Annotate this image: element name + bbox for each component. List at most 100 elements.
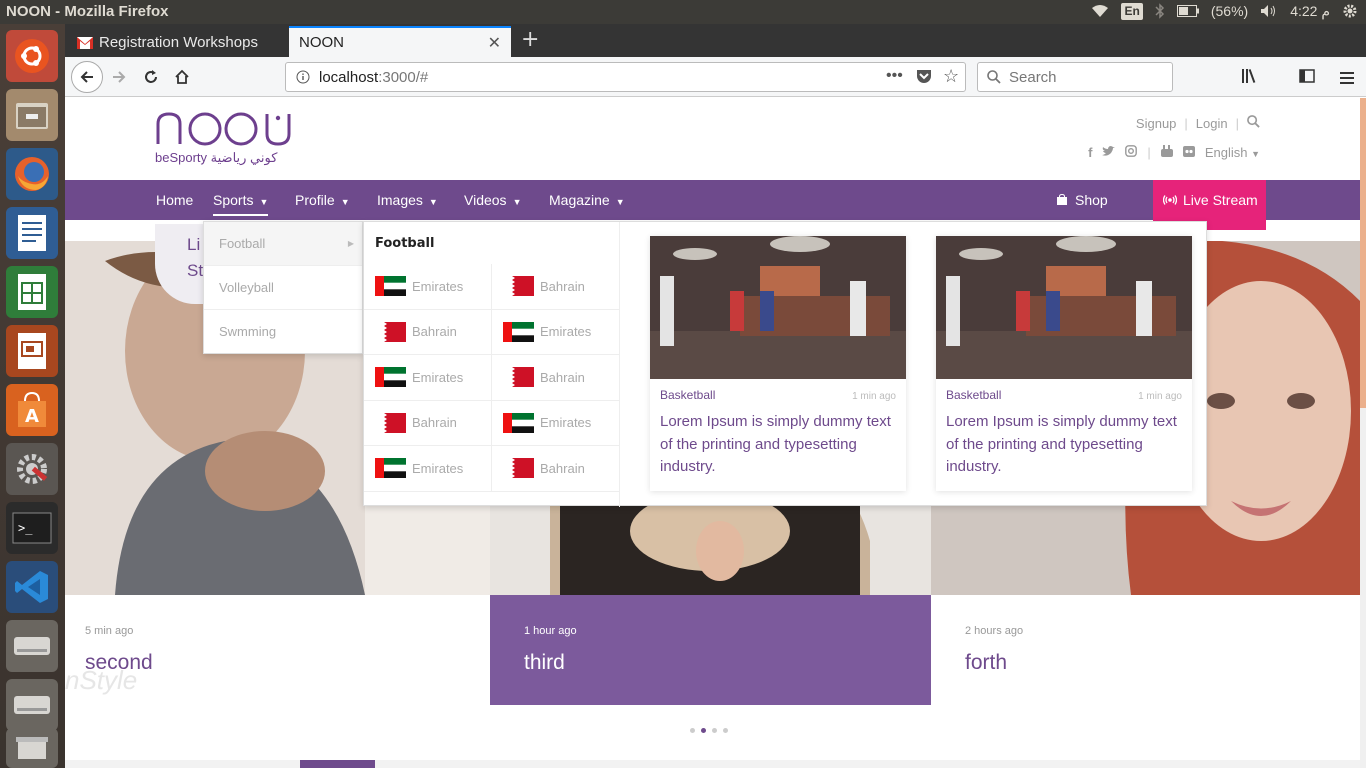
pocket-icon[interactable] [916,69,932,88]
nav-home[interactable]: Home [156,180,193,220]
news-category[interactable]: Basketball [946,388,1001,402]
youtube-icon[interactable] [1160,145,1173,160]
mega-menu-panel: Football Emirates Bahrain Bahrain Emirates E… [363,221,1207,507]
flickr-icon[interactable] [1182,145,1195,160]
unity-launcher: A >_ [0,24,65,768]
login-link[interactable]: Login [1196,116,1228,131]
emirates-flag-icon [503,321,534,342]
tab-registration-workshops[interactable]: Registration Workshops [71,28,289,57]
nav-magazine[interactable]: Magazine ▼ [549,180,625,220]
nav-videos[interactable]: Videos ▼ [464,180,521,220]
country-link-bahrain[interactable]: Bahrain [492,264,620,309]
country-link-emirates[interactable]: Emirates [364,355,492,400]
country-link-emirates[interactable]: Emirates [364,264,492,309]
os-top-bar: NOON - Mozilla Firefox En (56%) 4:22 م [0,0,1366,24]
system-settings-icon[interactable] [6,443,58,495]
info-icon[interactable] [296,70,310,88]
home-icon [175,69,189,84]
wifi-icon[interactable] [1091,2,1109,20]
country-label: Bahrain [412,415,457,431]
chevron-down-icon: ▼ [259,197,269,207]
battery-percentage: (56%) [1210,3,1249,19]
slider-dot[interactable] [712,728,717,733]
new-tab-icon[interactable]: + [521,27,539,52]
slide-time: 2 hours ago [965,625,1024,637]
country-link-bahrain[interactable]: Bahrain [364,309,492,354]
url-bar[interactable]: localhost:3000/# ••• ☆ [285,62,966,92]
slider-dot[interactable] [690,728,695,733]
news-category[interactable]: Basketball [660,388,715,402]
slide-title: forth [965,651,1008,674]
country-link-bahrain[interactable]: Bahrain [492,355,620,400]
volume-icon[interactable] [1260,2,1278,20]
forward-button[interactable] [105,63,133,91]
keyboard-layout-indicator[interactable]: En [1121,2,1143,20]
news-card[interactable]: Basketball 1 min ago Lorem Ipsum is simp… [936,236,1192,491]
submenu-item-football[interactable]: Football ▶ [204,222,362,266]
country-link-emirates[interactable]: Emirates [364,446,492,491]
slide-caption: 2 hours ago forth [931,595,1360,705]
news-card[interactable]: Basketball 1 min ago Lorem Ipsum is simp… [650,236,906,491]
firefox-app-icon[interactable] [6,148,58,200]
country-row: Emirates Bahrain [364,264,620,310]
back-arrow-icon [80,71,93,83]
clock[interactable]: 4:22 م [1290,3,1330,20]
bookmark-star-icon[interactable]: ☆ [943,66,959,87]
search-bar[interactable]: Search [977,62,1173,92]
country-link-emirates[interactable]: Emirates [492,310,620,355]
twitter-icon[interactable] [1102,145,1116,160]
country-link-bahrain[interactable]: Bahrain [492,446,620,491]
page-actions-icon[interactable]: ••• [886,67,903,85]
country-label: Emirates [412,460,464,476]
back-button[interactable] [71,61,103,93]
files-app-icon[interactable] [6,89,58,141]
slider-dot[interactable] [723,728,728,733]
page-scrollbar[interactable] [1360,98,1366,768]
software-center-icon[interactable]: A [6,384,58,436]
library-icon[interactable] [1241,68,1259,88]
submenu-item-volleyball[interactable]: Volleyball [204,266,362,310]
caret-right-icon: ▶ [347,239,354,248]
close-tab-icon[interactable]: ✕ [488,33,501,53]
menu-hamburger-icon[interactable] [1340,69,1354,88]
scrollbar-thumb[interactable] [1360,98,1366,408]
bluetooth-icon[interactable] [1155,2,1165,20]
country-label: Bahrain [540,369,585,385]
country-label: Emirates [412,278,464,294]
ubuntu-dash-icon[interactable] [6,30,58,82]
slider-dot-active[interactable] [701,728,706,733]
language-selector[interactable]: English ▼ [1205,145,1260,160]
nav-sports[interactable]: Sports ▼ [213,180,269,220]
settings-gear-icon[interactable] [1342,2,1358,20]
tab-noon[interactable]: NOON ✕ [289,26,511,57]
news-title[interactable]: Lorem Ipsum is simply dummy text of the … [660,411,896,479]
signup-link[interactable]: Signup [1136,116,1176,131]
home-button[interactable] [168,63,196,91]
country-link-bahrain[interactable]: Bahrain [364,400,492,445]
battery-icon[interactable] [1176,2,1199,20]
url-text: localhost:3000/# [319,69,429,86]
news-title[interactable]: Lorem Ipsum is simply dummy text of the … [946,411,1182,479]
vscode-app-icon[interactable] [6,561,58,613]
section-strip [65,760,1360,768]
impress-app-icon[interactable] [6,325,58,377]
nav-profile[interactable]: Profile ▼ [295,180,350,220]
tab-label: NOON [299,34,344,51]
writer-app-icon[interactable] [6,207,58,259]
terminal-app-icon[interactable]: >_ [6,502,58,554]
country-link-emirates[interactable]: Emirates [492,401,620,446]
nav-shop[interactable]: Shop [1057,180,1108,220]
drive-icon[interactable] [6,679,58,731]
sidebar-icon[interactable] [1299,68,1315,88]
trash-icon[interactable] [6,728,58,768]
header-search-icon[interactable] [1247,115,1260,131]
nav-images[interactable]: Images ▼ [377,180,438,220]
submenu-item-swimming[interactable]: Swmming [204,310,362,354]
instagram-icon[interactable] [1125,145,1138,160]
drive-icon[interactable] [6,620,58,672]
site-logo[interactable]: beSporty كوني رياضية [155,110,293,166]
calc-app-icon[interactable] [6,266,58,318]
reload-button[interactable] [137,63,165,91]
svg-text:>_: >_ [18,521,33,535]
facebook-icon[interactable]: f [1088,145,1092,160]
